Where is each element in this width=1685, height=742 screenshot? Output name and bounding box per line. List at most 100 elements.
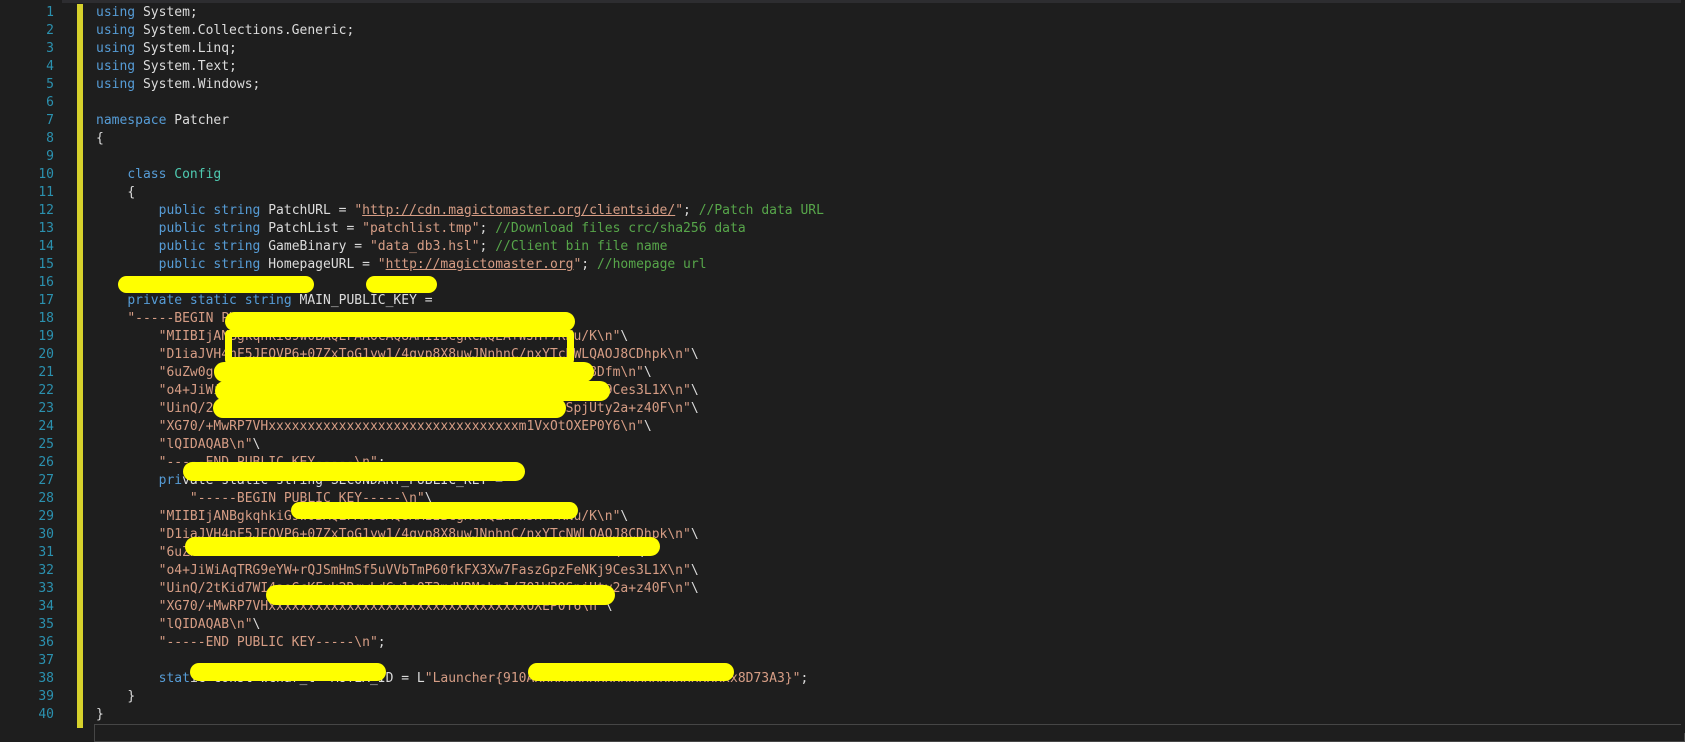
- redaction-mark: [213, 398, 566, 418]
- line-number: 16: [38, 275, 54, 290]
- redaction-mark: [118, 276, 314, 293]
- code-token: ;: [479, 221, 496, 236]
- code-token: public: [158, 239, 206, 254]
- code-token: using: [96, 77, 136, 92]
- code-token: System.Text;: [135, 59, 237, 74]
- code-token: {: [127, 185, 136, 200]
- code-token: PatchList =: [260, 221, 363, 236]
- code-line[interactable]: public string PatchList = "patchlist.tmp…: [96, 220, 1685, 238]
- line-number: 3: [46, 41, 54, 56]
- code-token: \: [252, 617, 261, 632]
- line-number: 12: [38, 203, 54, 218]
- line-number: 1: [46, 5, 54, 20]
- code-line[interactable]: using System.Text;: [96, 58, 1685, 76]
- code-token: "-----END PUBLIC KEY-----\n": [158, 635, 378, 650]
- code-editor[interactable]: 1 2 3 4 5 6 7 8 9 10 11 12 13 14 15 16 17 18 19 20 21 22 23 24 2…: [0, 0, 1685, 742]
- line-number: 27: [38, 473, 54, 488]
- code-line[interactable]: using System.Linq;: [96, 40, 1685, 58]
- code-line[interactable]: public string PatchURL = "http://cdn.mag…: [96, 202, 1685, 220]
- code-token: //homepage url: [596, 257, 707, 272]
- line-number: 6: [46, 95, 54, 110]
- code-token: namespace: [96, 113, 167, 128]
- line-number: 36: [38, 635, 54, 650]
- code-line[interactable]: public string GameBinary = "data_db3.hsl…: [96, 238, 1685, 256]
- redaction-mark: [266, 585, 615, 605]
- code-token: string: [213, 203, 261, 218]
- code-token: \: [620, 329, 629, 344]
- code-line[interactable]: public string HomepageURL = "http://magi…: [96, 256, 1685, 274]
- line-number: 40: [38, 707, 54, 722]
- code-line[interactable]: using System;: [96, 4, 1685, 22]
- code-line[interactable]: {: [96, 184, 1685, 202]
- code-line[interactable]: [96, 94, 1685, 112]
- line-number: 22: [38, 383, 54, 398]
- line-number: 10: [38, 167, 54, 182]
- code-token[interactable]: http://cdn.magictomaster.org/clientside/: [362, 203, 675, 218]
- code-token: Config: [174, 167, 222, 182]
- code-line[interactable]: "o4+JiWiAqTRG9eYW+rQJSmHmSf5uVVbTmP60fkF…: [96, 562, 1685, 580]
- code-token: System.Windows;: [135, 77, 261, 92]
- code-line[interactable]: [94, 724, 1685, 742]
- line-number: 9: [46, 149, 54, 164]
- line-number: 24: [38, 419, 54, 434]
- code-line[interactable]: "-----END PUBLIC KEY-----\n";: [96, 634, 1685, 652]
- code-token: public: [158, 257, 206, 272]
- code-token: GameBinary =: [260, 239, 370, 254]
- redaction-mark: [183, 462, 525, 481]
- line-number: 34: [38, 599, 54, 614]
- vertical-scrollbar-track[interactable]: [1681, 0, 1685, 733]
- line-number: 18: [38, 311, 54, 326]
- code-line[interactable]: [96, 148, 1685, 166]
- code-token: HomepageURL =: [260, 257, 378, 272]
- code-line[interactable]: namespace Patcher: [96, 112, 1685, 130]
- code-token: \: [690, 347, 699, 362]
- code-line[interactable]: {: [96, 130, 1685, 148]
- line-number: 4: [46, 59, 54, 74]
- code-token: string: [213, 221, 261, 236]
- code-line[interactable]: "lQIDAQAB\n"\: [96, 436, 1685, 454]
- line-number: 17: [38, 293, 54, 308]
- code-line[interactable]: using System.Windows;: [96, 76, 1685, 94]
- code-token: \: [690, 581, 699, 596]
- code-line[interactable]: using System.Collections.Generic;: [96, 22, 1685, 40]
- line-number: 33: [38, 581, 54, 596]
- code-token: System;: [135, 5, 198, 20]
- code-line[interactable]: class Config: [96, 166, 1685, 184]
- code-line[interactable]: [96, 274, 1685, 292]
- code-token[interactable]: http://magictomaster.org: [386, 257, 574, 272]
- code-line[interactable]: }: [96, 688, 1685, 706]
- line-number: 11: [38, 185, 54, 200]
- code-token: using: [96, 23, 136, 38]
- code-token: \: [690, 527, 699, 542]
- line-number: 23: [38, 401, 54, 416]
- line-number: 2: [46, 23, 54, 38]
- code-token: //Patch data URL: [698, 203, 824, 218]
- code-token: using: [96, 5, 136, 20]
- code-token: }: [96, 707, 104, 722]
- code-token: public: [158, 221, 206, 236]
- code-line[interactable]: private static string MAIN_PUBLIC_KEY =: [96, 292, 1685, 310]
- line-number: 29: [38, 509, 54, 524]
- line-number: 32: [38, 563, 54, 578]
- code-token: System.Linq;: [135, 41, 237, 56]
- code-line[interactable]: "XG70/+MwRP7VHxxxxxxxxxxxxxxxxxxxxxxxxxx…: [96, 418, 1685, 436]
- line-number: 7: [46, 113, 54, 128]
- code-token: class: [127, 167, 167, 182]
- code-line[interactable]: }: [96, 706, 1685, 724]
- code-line[interactable]: "lQIDAQAB\n"\: [96, 616, 1685, 634]
